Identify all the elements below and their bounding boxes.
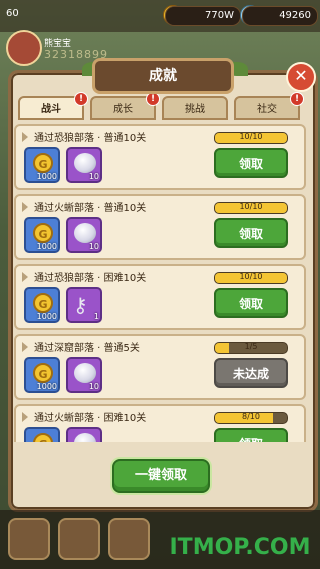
reward-count: 10	[88, 382, 99, 391]
row-marker-icon	[22, 272, 28, 282]
tab-bar: 战斗 ! 成长 ! 挑战 社交 !	[18, 92, 304, 122]
claim-all-button[interactable]: 一键领取	[112, 459, 210, 493]
tab-label: 挑战	[185, 104, 205, 115]
claim-button[interactable]: 领取	[214, 428, 288, 442]
reward-count: 1000	[36, 312, 57, 321]
gold-coin-icon: G	[33, 223, 53, 243]
row-marker-icon	[22, 132, 28, 142]
gold-coin-icon: G	[33, 363, 53, 383]
progress-bar: 10/10	[214, 202, 288, 214]
achievement-title: 通过恐狼部落 · 困难10关	[34, 273, 147, 284]
gold-coin-icon: G	[33, 433, 53, 442]
panel-title: 成就	[92, 58, 234, 94]
tab-growth[interactable]: 成长 !	[90, 92, 160, 120]
reward-item[interactable]: 10	[66, 147, 102, 183]
reward-item[interactable]: G1000	[24, 217, 60, 253]
tab-battle[interactable]: 战斗 !	[18, 92, 88, 120]
close-button[interactable]: ✕	[286, 62, 316, 92]
reward-item[interactable]: 10	[66, 217, 102, 253]
list-item: 通过恐狼部落 · 普通10关 10/10 G 1000 10 领取	[14, 124, 306, 190]
nav-slot-2[interactable]	[58, 518, 100, 560]
crystal-orb-icon	[74, 433, 96, 442]
row-marker-icon	[22, 202, 28, 212]
gold-coin-icon: G	[33, 153, 53, 173]
reward-count: 10	[88, 172, 99, 181]
reward-item[interactable]: G1000	[24, 147, 60, 183]
list-item: 通过火蜥部落 · 困难10关 8/10 G1000 10 领取	[14, 404, 306, 442]
progress-text: 1/5	[244, 342, 258, 351]
achievement-list[interactable]: 通过恐狼部落 · 普通10关 10/10 G 1000 10 领取 通过火蜥部落 · 普通1…	[14, 124, 306, 442]
top-status-bar: 60 770W 49260	[0, 0, 320, 32]
crystal-orb-icon	[74, 363, 96, 383]
progress-text: 10/10	[239, 202, 263, 211]
row-marker-icon	[22, 342, 28, 352]
progress-bar: 10/10	[214, 272, 288, 284]
reward-count: 10	[88, 242, 99, 251]
watermark-logo: ITMOP.COM	[169, 535, 311, 560]
nav-slot-1[interactable]	[8, 518, 50, 560]
tab-alert-badge: !	[74, 92, 88, 106]
tab-alert-badge: !	[290, 92, 304, 106]
tab-challenge[interactable]: 挑战	[162, 96, 228, 120]
progress-bar: 1/5	[214, 342, 288, 354]
gold-coin-icon: G	[33, 293, 53, 313]
reward-item[interactable]: G1000	[24, 287, 60, 323]
reward-item[interactable]: G1000	[24, 357, 60, 393]
player-level: 60	[6, 8, 19, 19]
claim-button[interactable]: 领取	[214, 218, 288, 248]
achievement-title: 通过恐狼部落 · 普通10关	[34, 133, 147, 144]
gold-amount: 770W	[165, 6, 241, 26]
tab-label: 社交	[257, 104, 277, 115]
row-marker-icon	[22, 412, 28, 422]
tab-label: 战斗	[41, 104, 61, 115]
avatar[interactable]	[6, 30, 42, 66]
tab-alert-badge: !	[146, 92, 160, 106]
progress-bar: 10/10	[214, 132, 288, 144]
list-item: 通过深窟部落 · 普通5关 1/5 G 1000 10 未达成	[14, 334, 306, 400]
claim-button[interactable]: 领取	[214, 148, 288, 178]
reward-item[interactable]: 10	[66, 357, 102, 393]
list-item: 通过火蜥部落 · 普通10关 10/10 G 1000 10 领取	[14, 194, 306, 260]
list-item: 通过恐狼部落 · 困难10关 10/10 G 1000 ⚷ 1 领取	[14, 264, 306, 330]
tab-social[interactable]: 社交 !	[234, 92, 304, 120]
achievement-title: 通过火蜥部落 · 困难10关	[34, 413, 147, 424]
claim-button[interactable]: 领取	[214, 288, 288, 318]
reward-count: 1000	[36, 172, 57, 181]
progress-bar: 8/10	[214, 412, 288, 424]
progress-text: 10/10	[239, 132, 263, 141]
crystal-orb-icon	[74, 153, 96, 173]
reward-count: 1	[93, 312, 99, 321]
tab-label: 成长	[113, 104, 133, 115]
achievement-title: 通过火蜥部落 · 普通10关	[34, 203, 147, 214]
nav-slot-3[interactable]	[108, 518, 150, 560]
achievement-title: 通过深窟部落 · 普通5关	[34, 343, 140, 354]
reward-item[interactable]: G1000	[24, 427, 60, 442]
progress-text: 8/10	[242, 412, 260, 421]
reward-count: 1000	[36, 242, 57, 251]
reward-item[interactable]: 10	[66, 427, 102, 442]
progress-text: 10/10	[239, 272, 263, 281]
not-achieved-button[interactable]: 未达成	[214, 358, 288, 388]
reward-count: 1000	[36, 382, 57, 391]
crystal-orb-icon	[74, 223, 96, 243]
reward-item[interactable]: ⚷ 1	[66, 287, 102, 323]
gem-amount: 49260	[242, 6, 318, 26]
